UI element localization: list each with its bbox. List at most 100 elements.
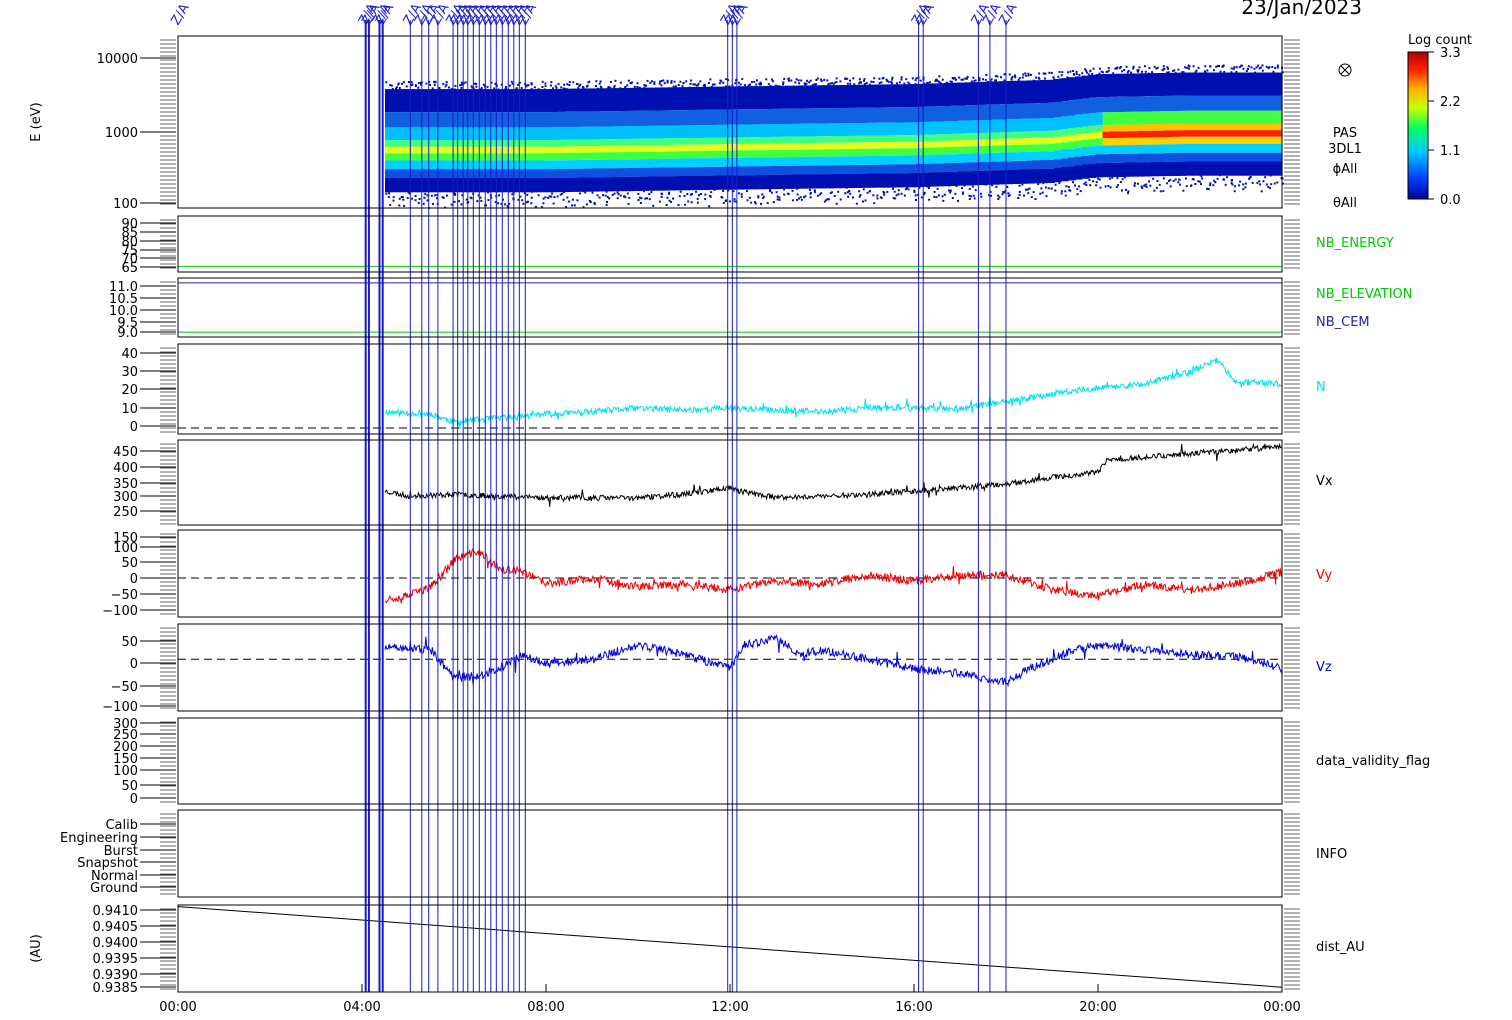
spectrogram-cell <box>523 153 531 161</box>
spectrogram-cell <box>612 168 621 177</box>
spectrogram-speckle <box>1058 71 1061 73</box>
spectrogram-cell <box>916 155 924 164</box>
spectrogram-cell <box>1178 95 1186 111</box>
spectrogram-speckle <box>760 203 763 205</box>
spectrogram-cell <box>888 107 897 123</box>
spectrogram-speckle <box>673 80 676 83</box>
spectrogram-cell <box>992 152 1000 162</box>
spectrogram-speckle <box>1269 174 1272 177</box>
spectrogram-cell <box>736 144 745 151</box>
spectrogram-speckle <box>1116 66 1119 69</box>
spectrogram-cell <box>971 146 979 154</box>
spectrogram-speckle <box>928 198 931 201</box>
spectrogram-cell <box>736 86 745 110</box>
spectrogram-cell <box>550 89 559 112</box>
spectrogram-speckle <box>1038 72 1041 75</box>
spectrogram-cell <box>1185 123 1193 131</box>
spectrogram-cell <box>612 111 621 127</box>
spectrogram-cell <box>805 156 814 166</box>
spectrogram-cell <box>419 153 427 161</box>
spectrogram-cell <box>1068 128 1076 135</box>
spectrogram-cell <box>412 178 421 193</box>
spectrogram-cell <box>819 149 828 157</box>
y-tick-label: 9.0 <box>117 326 138 341</box>
spectrogram-speckle <box>1244 182 1247 185</box>
spectrogram-speckle <box>809 191 812 194</box>
spectrogram-cell <box>1109 96 1117 113</box>
spectrogram-cell <box>1199 143 1207 153</box>
spectrogram-cell <box>716 124 724 138</box>
spectrogram-cell <box>1275 72 1283 96</box>
series-name-label: dist_AU <box>1316 940 1365 955</box>
spectrogram-speckle <box>1011 75 1014 78</box>
spectrogram-speckle <box>556 195 559 198</box>
spectrogram-speckle <box>809 188 811 191</box>
spectrogram-speckle <box>1230 182 1233 185</box>
spectrogram-speckle <box>791 189 794 192</box>
spectrogram-cell <box>592 88 600 112</box>
spectrogram-cell <box>536 169 545 178</box>
spectrogram-cell <box>681 110 690 126</box>
spectrogram-speckle <box>1098 72 1101 75</box>
spectrogram-speckle <box>1182 189 1185 192</box>
spectrogram-cell <box>1130 111 1138 125</box>
spectrogram-speckle <box>1250 66 1253 69</box>
spectrogram-cell <box>1137 111 1145 125</box>
panel-data_validity_flag: 300250200150100500data_validity_flag <box>113 717 1430 807</box>
spectrogram-cell <box>930 141 938 148</box>
spectrogram-speckle <box>530 202 533 205</box>
spectrogram-cell <box>709 166 717 176</box>
spectrogram-cell <box>1054 143 1062 151</box>
spectrogram-cell <box>1040 151 1048 161</box>
spectrogram-speckle <box>1018 184 1021 187</box>
spectrogram-cell <box>868 84 876 108</box>
spectrogram-cell <box>1164 72 1173 96</box>
spectrogram-speckle <box>648 193 651 195</box>
spectrogram-cell <box>1192 136 1200 144</box>
spectrogram-speckle <box>668 199 671 202</box>
spectrogram-cell <box>385 160 393 170</box>
spectrogram-cell <box>709 144 717 151</box>
spectrogram-speckle <box>1078 74 1081 76</box>
spectrogram-cell <box>943 163 952 172</box>
spectrogram-cell <box>619 126 628 139</box>
spectrogram-cell <box>785 108 793 124</box>
spectrogram-cell <box>937 172 945 187</box>
spectrogram-speckle <box>982 78 984 81</box>
spectrogram-cell <box>550 146 559 154</box>
spectrogram-speckle <box>890 81 893 84</box>
spectrogram-cell <box>978 104 986 121</box>
spectrogram-cell <box>1075 156 1083 166</box>
spectrogram-cell <box>647 138 655 146</box>
spectrogram-cell <box>1206 152 1214 162</box>
spectrogram-speckle <box>1032 191 1035 194</box>
spectrogram-cell <box>709 175 717 190</box>
spectrogram-cell <box>440 169 448 178</box>
spectrogram-cell <box>874 84 883 108</box>
spectrogram-cell <box>1213 143 1221 153</box>
spectrogram-speckle <box>598 196 601 199</box>
spectrogram-speckle <box>1247 68 1249 70</box>
spectrogram-cell <box>702 144 710 151</box>
spectrogram-speckle <box>687 200 690 203</box>
spectrogram-cell <box>1026 103 1035 119</box>
spectrogram-cell <box>937 163 945 173</box>
spectrogram-cell <box>819 165 828 175</box>
spectrogram-speckle <box>1255 66 1258 69</box>
panel-vx: 450400350300250Vx <box>113 442 1333 520</box>
spectrogram-cell <box>750 150 759 158</box>
spectrogram-speckle <box>1147 72 1150 75</box>
spectrogram-cell <box>633 176 641 191</box>
spectrogram-cell <box>1185 110 1193 124</box>
spectrogram-cell <box>736 157 745 167</box>
spectrogram-cell <box>571 88 579 112</box>
spectrogram-cell <box>516 127 524 141</box>
spectrogram-speckle <box>844 192 847 195</box>
spectrogram-speckle <box>1106 70 1109 73</box>
spectrogram-speckle <box>596 87 599 90</box>
spectrogram-cell <box>667 138 676 145</box>
spectrogram-cell <box>460 153 469 161</box>
spectrogram-speckle <box>537 194 540 197</box>
spectrogram-cell <box>688 87 697 110</box>
spectrogram-speckle <box>718 82 721 85</box>
